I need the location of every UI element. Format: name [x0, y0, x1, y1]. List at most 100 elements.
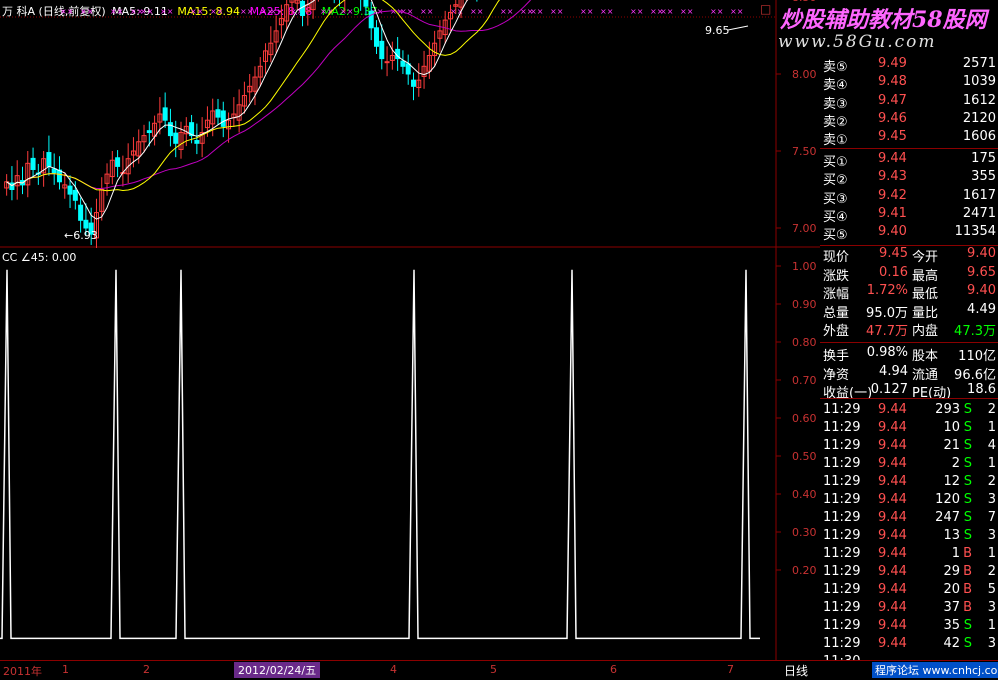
signal-marker: ×× [630, 7, 643, 16]
tick-count: 1 [987, 546, 996, 561]
indicator-tick-label: 0.60 [792, 412, 817, 425]
stat-label: 涨跌 [823, 268, 850, 284]
candle-body[interactable] [410, 79, 416, 87]
stat-label: 股本 [912, 349, 939, 364]
candle-body[interactable] [146, 130, 152, 134]
tick-side: S [963, 420, 972, 435]
bid-price: 9.40 [878, 224, 907, 240]
ask-label: 卖⑤ [823, 60, 848, 75]
ask-volume: 1612 [962, 92, 996, 108]
stat-row: 涨跌 0.16 最高 9.65 [820, 265, 998, 284]
period-button[interactable]: 日线 [784, 662, 808, 679]
candle-body[interactable] [220, 110, 226, 127]
candle-body[interactable] [51, 168, 57, 174]
candle-body[interactable] [363, 0, 369, 7]
stat-value: 95.0万 [866, 305, 908, 321]
bid-price: 9.42 [878, 187, 907, 203]
ask-volume: 2120 [962, 110, 996, 126]
indicator-chart[interactable]: 1.00 0.90 0.80 0.70 0.60 0.50 0.40 0.30 0.20 [0, 248, 820, 660]
stat-value: 0.98% [866, 345, 908, 360]
stat-label: 内盘 [912, 324, 939, 340]
stat-row: 涨幅 1.72% 最低 9.40 [820, 283, 998, 302]
stat-label: 量比 [912, 305, 939, 321]
tick-row: 11:29 9.44 21 S 4 [820, 438, 998, 456]
candle-body[interactable] [405, 63, 411, 75]
tick-volume: 120 [935, 492, 960, 507]
ask-label: 卖④ [823, 78, 848, 94]
month-6: 6 [610, 663, 617, 676]
ask-volume: 1039 [962, 74, 996, 90]
tick-time: 11:29 [823, 618, 861, 633]
stat-value: 9.45 [879, 246, 908, 261]
signal-marker: ×× [340, 7, 353, 16]
tick-volume: 37 [943, 600, 960, 615]
stat-label: 净资 [823, 367, 850, 383]
tick-side: B [963, 564, 972, 579]
candle-body[interactable] [72, 189, 78, 201]
stat-label: 外盘 [823, 324, 850, 340]
stat-value: 18.6 [967, 382, 996, 398]
ask-label: 卖③ [823, 96, 848, 112]
candle-body[interactable] [173, 132, 179, 144]
candle-body[interactable] [194, 140, 200, 144]
y-tick-label: 7.50 [792, 145, 817, 158]
stat-value: 96.6亿 [954, 367, 996, 383]
panel-divider [820, 245, 998, 246]
bid-price: 9.41 [878, 205, 907, 221]
ask-price: 9.49 [878, 56, 907, 71]
candle-body[interactable] [115, 157, 121, 167]
tick-volume: 10 [943, 420, 960, 435]
ask-row: 卖⑤ 9.49 2571 [820, 56, 998, 75]
signal-marker: ×× [680, 7, 693, 16]
candle-body[interactable] [400, 60, 406, 67]
signal-marker: ×× [60, 7, 73, 16]
tick-side: S [963, 456, 972, 471]
candle-body[interactable] [67, 185, 73, 195]
stat-value: 9.40 [967, 283, 996, 299]
tick-side: S [963, 528, 972, 543]
signal-marker: ×× [530, 7, 543, 16]
candle-body[interactable] [374, 27, 379, 47]
tick-row: 11:29 9.44 20 B 5 [820, 582, 998, 600]
ask-price: 9.48 [878, 74, 907, 90]
signal-marker: ×× [730, 7, 743, 16]
indicator-tick-label: 0.50 [792, 450, 817, 463]
candle-body[interactable] [46, 152, 52, 167]
tick-time: 11:29 [823, 492, 861, 507]
candle-body[interactable] [83, 219, 89, 229]
tick-side: B [963, 600, 972, 615]
tick-count: 3 [987, 600, 996, 615]
tick-volume: 1 [951, 546, 960, 561]
candle-body[interactable] [78, 204, 84, 221]
signal-marker: ×× [110, 7, 123, 16]
candle-body[interactable] [379, 40, 385, 60]
stat-label: 今开 [912, 250, 939, 265]
cursor-date: 2012/02/24/五 [234, 662, 321, 678]
tick-price: 9.44 [878, 402, 907, 417]
bid-label: 买④ [823, 209, 848, 225]
stat-label: 最高 [912, 268, 939, 284]
candle-body[interactable] [215, 109, 221, 118]
tick-price: 9.44 [878, 546, 907, 561]
bid-volume: 355 [971, 169, 996, 185]
bid-price: 9.43 [878, 169, 907, 185]
candle-body[interactable] [368, 10, 374, 29]
tick-side: S [963, 438, 972, 453]
candle-body[interactable] [162, 107, 168, 121]
tick-price: 9.44 [878, 582, 907, 597]
ask-price: 9.47 [878, 92, 907, 108]
tick-count: 3 [987, 492, 996, 507]
bid-label: 买② [823, 173, 848, 189]
bid-volume: 1617 [962, 187, 996, 203]
bid-row: 买④ 9.41 2471 [820, 205, 998, 225]
price-chart[interactable]: 9.008.508.007.507.00××××××××××××××××××××… [0, 0, 820, 248]
tick-volume: 293 [935, 402, 960, 417]
stat-row: 换手 0.98% 股本 110亿 [820, 345, 998, 364]
tick-row: 11:29 9.44 12 S 2 [820, 474, 998, 492]
candle-body[interactable] [30, 157, 36, 170]
candle-body[interactable] [384, 61, 390, 64]
ask-row: 卖① 9.45 1606 [820, 129, 998, 148]
tick-side: S [963, 402, 972, 417]
candle-body[interactable] [56, 169, 62, 183]
tick-side: S [963, 492, 972, 507]
